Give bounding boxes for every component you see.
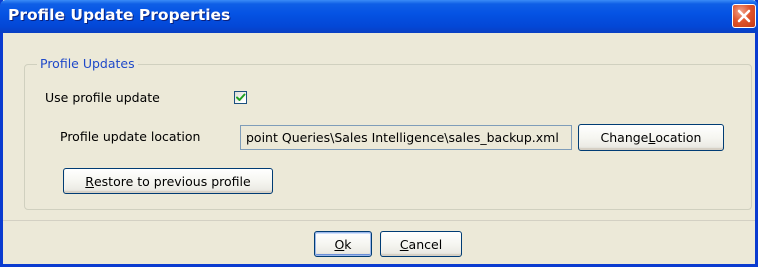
ok-mnemonic: O	[334, 236, 345, 252]
cancel-label-post: ancel	[408, 236, 443, 252]
change-location-mnemonic: L	[648, 130, 656, 145]
use-profile-update-checkbox[interactable]	[234, 91, 247, 104]
dialog-window: Profile Update Properties Profile Update…	[0, 0, 758, 267]
ok-button[interactable]: Ok	[314, 231, 372, 257]
restore-previous-profile-button[interactable]: Restore to previous profile	[63, 168, 273, 194]
ok-label-post: k	[344, 236, 352, 252]
change-location-button[interactable]: Change Location	[578, 124, 724, 151]
close-button[interactable]	[732, 4, 756, 28]
group-label: Profile Updates	[37, 56, 138, 72]
close-icon	[737, 9, 751, 23]
profile-update-location-label: Profile update location	[60, 129, 201, 144]
change-location-label-post: ocation	[655, 130, 702, 145]
profile-location-field[interactable]: point Queries\Sales Intelligence\sales_b…	[240, 125, 572, 150]
dialog-title: Profile Update Properties	[8, 6, 231, 24]
use-profile-update-label: Use profile update	[45, 90, 160, 105]
cancel-button[interactable]: Cancel	[380, 231, 462, 257]
change-location-label-pre: Change	[600, 130, 649, 145]
restore-label-post: estore to previous profile	[93, 173, 251, 189]
button-bar-divider	[3, 220, 755, 221]
restore-mnemonic: R	[85, 173, 94, 189]
checkmark-icon	[235, 92, 246, 103]
cancel-mnemonic: C	[399, 236, 409, 252]
title-bar[interactable]: Profile Update Properties	[0, 0, 758, 33]
